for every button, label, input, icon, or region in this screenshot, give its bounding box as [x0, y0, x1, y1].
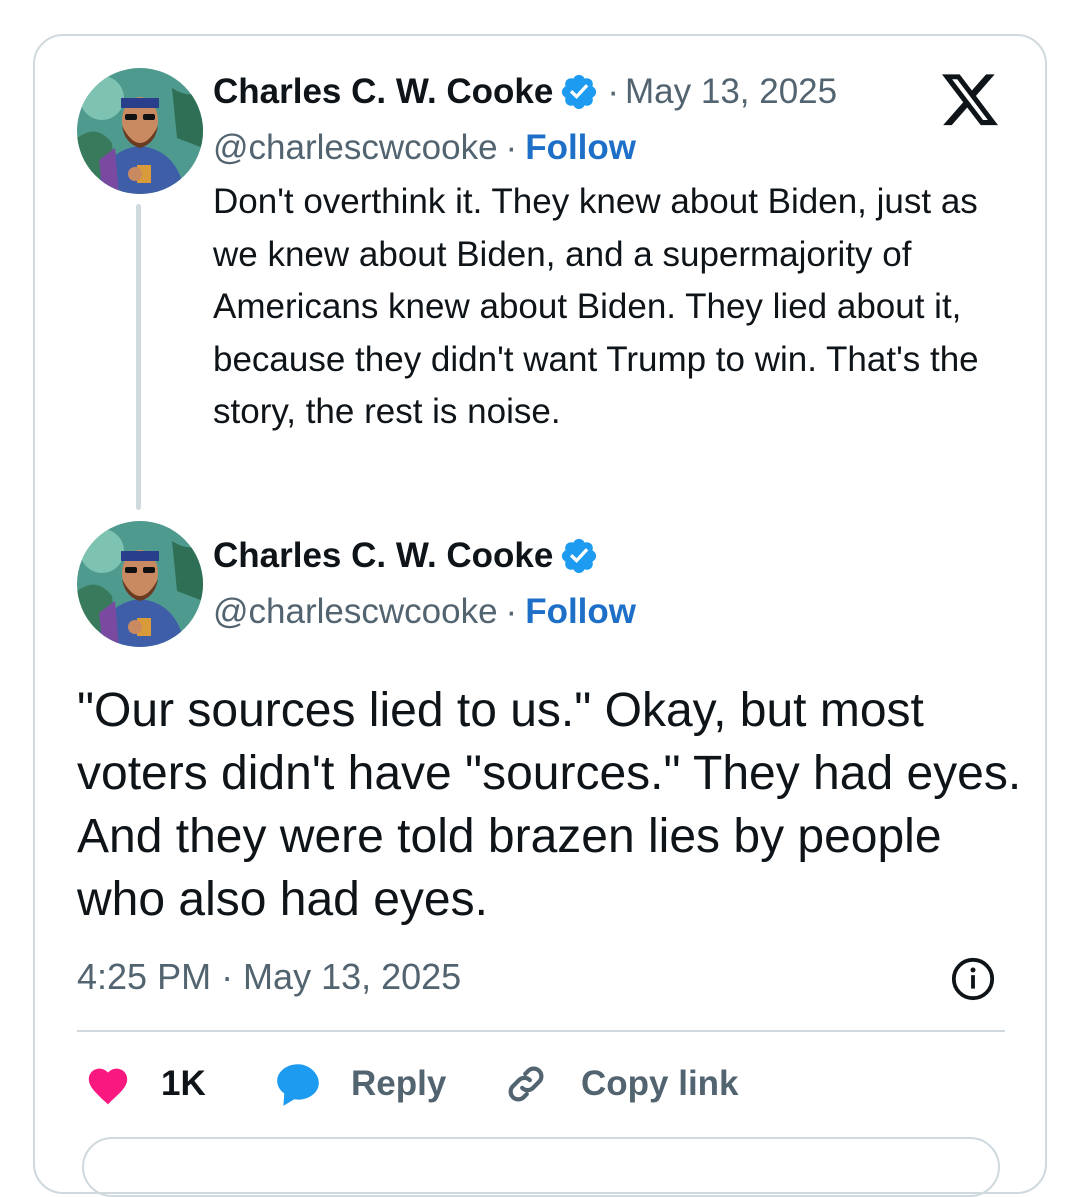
- follow-button[interactable]: Follow: [525, 126, 636, 170]
- author-name[interactable]: Charles C. W. Cooke: [213, 70, 553, 114]
- tweet-timestamp[interactable]: 4:25 PM · May 13, 2025: [77, 955, 461, 999]
- x-logo[interactable]: [942, 74, 1000, 133]
- copy-link-button[interactable]: Copy link: [503, 1058, 739, 1110]
- link-icon: [503, 1061, 549, 1107]
- main-handle-row: @charlescwcooke · Follow: [213, 590, 636, 634]
- speech-bubble-icon: [273, 1060, 323, 1108]
- tweet-date[interactable]: May 13, 2025: [625, 70, 837, 114]
- author-avatar[interactable]: [77, 68, 203, 194]
- separator-dot: ·: [505, 128, 518, 167]
- separator-dot: ·: [607, 72, 620, 111]
- read-replies-button[interactable]: [82, 1137, 1000, 1197]
- reply-tweet-text: Don't overthink it. They knew about Bide…: [213, 182, 979, 431]
- author-handle[interactable]: @charlescwcooke: [213, 126, 498, 170]
- copy-link-label: Copy link: [581, 1064, 739, 1103]
- info-icon[interactable]: [950, 956, 996, 1007]
- reply-author-row: Charles C. W. Cooke · May 13, 2025: [213, 70, 837, 114]
- follow-button[interactable]: Follow: [525, 590, 636, 634]
- reply-button[interactable]: Reply: [273, 1058, 446, 1110]
- main-tweet-text: "Our sources lied to us." Okay, but most…: [77, 684, 1022, 926]
- reply-handle-row: @charlescwcooke · Follow: [213, 126, 636, 170]
- like-count: 1K: [161, 1064, 206, 1103]
- action-bar: 1K Reply Copy link: [0, 1058, 1080, 1118]
- verified-badge-icon: [559, 536, 599, 576]
- thread-connector: [136, 204, 141, 510]
- author-name[interactable]: Charles C. W. Cooke: [213, 534, 553, 578]
- author-handle[interactable]: @charlescwcooke: [213, 590, 498, 634]
- author-avatar[interactable]: [77, 521, 203, 647]
- divider: [77, 1030, 1005, 1032]
- main-author-row: Charles C. W. Cooke: [213, 534, 599, 578]
- like-button[interactable]: 1K: [85, 1058, 206, 1110]
- separator-dot: ·: [505, 592, 518, 631]
- reply-label: Reply: [351, 1064, 447, 1103]
- verified-badge-icon: [559, 72, 599, 112]
- heart-icon: [85, 1062, 131, 1106]
